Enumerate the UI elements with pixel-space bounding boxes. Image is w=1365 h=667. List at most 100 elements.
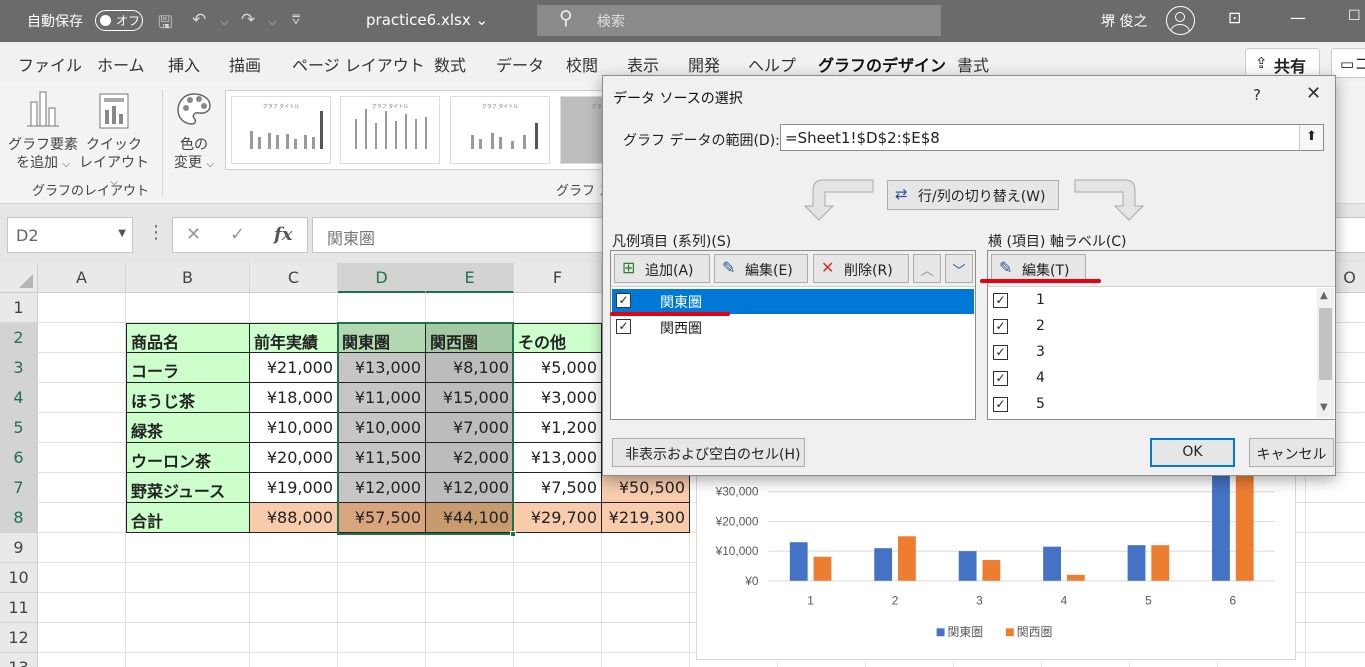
tab-home[interactable]: ホーム [97,52,145,76]
axis-label-item[interactable]: ✓ 3 [989,341,1317,366]
table-cell-other[interactable]: ¥29,700 [514,503,602,533]
table-header-cell[interactable]: 前年実績 [250,323,338,353]
chart-style-thumb-2[interactable]: グラフ タイトル [340,96,440,164]
chart-data-range-input[interactable]: =Sheet1!$D$2:$E$8 ⬆ [780,124,1324,151]
row-header-10[interactable]: 10 [0,563,38,593]
redo-dropdown-icon[interactable]: ⌵ [268,15,276,29]
series-checkbox[interactable]: ✓ [616,293,631,308]
edit-series-button[interactable]: ✎ 編集(E) [714,254,808,283]
move-up-button[interactable]: ︿ [913,254,941,283]
row-header-1[interactable]: 1 [0,293,38,323]
close-icon[interactable]: ✕ [1306,83,1321,104]
customize-qat-icon[interactable]: ⩢ [292,13,300,28]
axis-label-item[interactable]: ✓ 4 [989,367,1317,392]
table-header-cell[interactable]: その他 [514,323,602,353]
move-down-button[interactable]: ﹀ [945,254,973,283]
name-box-dropdown-icon[interactable]: ▼ [118,228,126,239]
ok-button[interactable]: OK [1150,438,1235,467]
add-series-button[interactable]: ⊞ 追加(A) [614,254,710,283]
table-cell-product[interactable]: ウーロン茶 [126,443,250,473]
cancel-entry-icon[interactable]: ✕ [186,224,201,245]
tab-draw[interactable]: 描画 [229,52,261,76]
tab-insert[interactable]: 挿入 [168,52,200,76]
chart-style-thumb-1[interactable]: グラフ タイトル [231,96,331,164]
series-item[interactable]: ✓ 関西圏 [612,315,974,340]
table-cell-last-year[interactable]: ¥21,000 [250,353,338,383]
tab-developer[interactable]: 開発 [688,52,720,76]
add-chart-element-button[interactable]: グラフ要素 を追加 ⌵ [8,88,78,174]
table-cell-other[interactable]: ¥1,200 [514,413,602,443]
column-header-e[interactable]: E [426,263,514,293]
undo-dropdown-icon[interactable]: ⌵ [220,15,228,29]
row-header-7[interactable]: 7 [0,473,38,503]
tab-page-layout[interactable]: ページ レイアウト [292,52,425,76]
row-header-13[interactable]: 13 [0,653,38,667]
table-cell-last-year[interactable]: ¥18,000 [250,383,338,413]
change-colors-button[interactable]: 色の 変更 ⌵ [168,88,220,174]
table-cell-other[interactable]: ¥13,000 [514,443,602,473]
series-checkbox[interactable]: ✓ [616,319,631,334]
tab-data[interactable]: データ [496,52,544,76]
scroll-down-icon[interactable]: ▼ [1320,402,1328,413]
row-header-8[interactable]: 8 [0,503,38,533]
chart-style-thumb-3[interactable]: グラフ タイトル [450,96,550,164]
axis-list-scrollbar[interactable]: ▲ ▼ [1317,288,1334,418]
fill-handle[interactable] [510,531,516,537]
axis-label-item[interactable]: ✓ 1 [989,289,1317,314]
column-header-b[interactable]: B [126,263,250,293]
table-cell-other[interactable]: ¥7,500 [514,473,602,503]
quick-layout-button[interactable]: クイック レイアウト ⌵ [78,88,150,192]
undo-icon[interactable]: ↶ [192,10,206,30]
row-header-5[interactable]: 5 [0,413,38,443]
confirm-entry-icon[interactable]: ✓ [230,224,245,245]
tab-review[interactable]: 校閲 [566,52,598,76]
tab-format[interactable]: 書式 [957,52,989,76]
collapse-dialog-icon[interactable]: ⬆ [1299,125,1323,150]
autosave-toggle[interactable]: オフ [95,10,143,31]
scroll-up-icon[interactable]: ▲ [1320,290,1328,301]
axis-label-checkbox[interactable]: ✓ [993,319,1008,334]
table-cell-other[interactable]: ¥5,000 [514,353,602,383]
row-header-11[interactable]: 11 [0,593,38,623]
more-options-icon[interactable]: ⋮ [147,222,165,243]
table-cell-product[interactable]: 野菜ジュース [126,473,250,503]
chart[interactable]: ¥0 ¥10,000 ¥20,000 ¥30,000 1 2 3 4 5 6 関東圏 関西圏 [696,467,1296,660]
table-cell-total[interactable]: ¥219,300 [602,503,690,533]
table-cell-total[interactable]: ¥50,500 [602,473,690,503]
row-header-6[interactable]: 6 [0,443,38,473]
share-button[interactable]: ⇪ 共有 [1245,48,1320,78]
tab-formulas[interactable]: 数式 [434,52,466,76]
cancel-button[interactable]: キャンセル [1249,438,1334,467]
tab-view[interactable]: 表示 [627,52,659,76]
avatar[interactable] [1166,6,1195,35]
column-header-d[interactable]: D [338,263,426,293]
column-header-c[interactable]: C [250,263,338,293]
search-box[interactable]: ⚲ 検索 [537,5,941,36]
tab-file[interactable]: ファイル [18,52,82,76]
table-cell-other[interactable]: ¥3,000 [514,383,602,413]
table-cell-last-year[interactable]: ¥10,000 [250,413,338,443]
row-header-2[interactable]: 2 [0,323,38,353]
save-icon[interactable]: 🖫 [158,10,172,39]
delete-series-button[interactable]: ✕ 削除(R) [813,254,909,283]
insert-function-icon[interactable]: fx [274,224,292,245]
table-cell-product[interactable]: 合計 [126,503,250,533]
series-item[interactable]: ✓ 関東圏 [612,289,974,314]
table-header-cell[interactable]: 商品名 [126,323,250,353]
select-all-corner[interactable] [0,263,38,293]
table-cell-product[interactable]: 緑茶 [126,413,250,443]
column-header-f[interactable]: F [514,263,602,293]
axis-label-checkbox[interactable]: ✓ [993,371,1008,386]
axis-label-checkbox[interactable]: ✓ [993,293,1008,308]
tab-help[interactable]: ヘルプ [748,52,796,76]
axis-label-item[interactable]: ✓ 5 [989,393,1317,418]
name-box[interactable]: D2 ▼ [7,217,133,253]
comments-button[interactable]: ▭コ [1331,48,1365,78]
file-name[interactable]: practice6.xlsx ⌄ [366,11,488,29]
table-cell-last-year[interactable]: ¥88,000 [250,503,338,533]
row-header-4[interactable]: 4 [0,383,38,413]
ribbon-display-options-icon[interactable]: ⊡ [1228,8,1241,27]
row-header-9[interactable]: 9 [0,533,38,563]
switch-row-column-button[interactable]: ⇄ 行/列の切り替え(W) [887,180,1059,210]
row-header-3[interactable]: 3 [0,353,38,383]
